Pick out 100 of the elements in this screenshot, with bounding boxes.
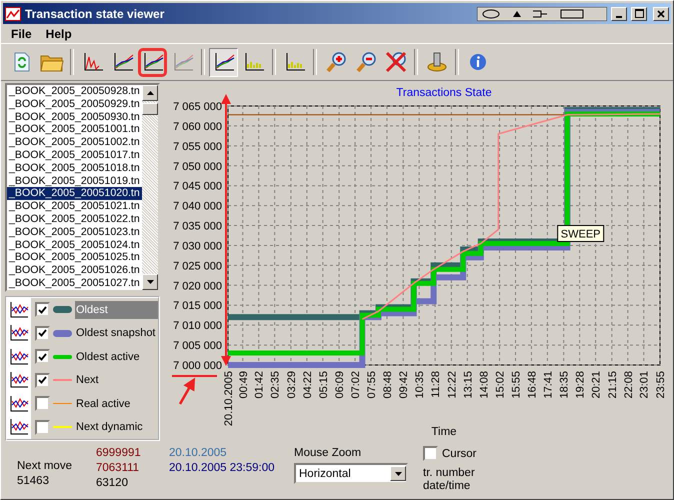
zoom-reset-icon — [384, 51, 406, 73]
down-arrow-icon — [146, 280, 154, 284]
file-list-item[interactable]: _BOOK_2005_20051022.tn — [7, 212, 142, 226]
x-tick-label: 15:02 — [494, 371, 507, 399]
file-list-item[interactable]: _BOOK_2005_20051020.tn — [7, 187, 142, 200]
line-chart-icon — [9, 324, 29, 342]
annotation-arrow — [178, 378, 196, 405]
maximize-button[interactable] — [631, 6, 647, 20]
checkbox[interactable] — [35, 349, 50, 364]
x-tick-label: 10:35 — [414, 371, 426, 399]
chart-icon — [82, 52, 104, 72]
next-move-label: Next move — [17, 459, 73, 473]
legend-label[interactable]: Oldest active — [75, 348, 158, 366]
close-icon — [657, 10, 665, 18]
cursor-hint: date/time — [423, 480, 472, 492]
file-list-item[interactable]: _BOOK_2005_20050930.tn — [7, 110, 142, 124]
menu-item[interactable]: File — [5, 24, 38, 42]
checkbox[interactable] — [35, 396, 50, 411]
start-date: 20.10.2005 — [169, 446, 228, 460]
legend-label[interactable]: Oldest snapshot — [75, 324, 158, 342]
app-icon — [5, 6, 21, 20]
checkbox[interactable] — [35, 326, 50, 340]
file-list-item[interactable]: _BOOK_2005_20050928.tn — [7, 85, 142, 98]
y-tick-label: 7 040 000 — [173, 200, 222, 213]
y-tick-label: 7 030 000 — [173, 240, 222, 252]
scroll-thumb[interactable] — [142, 103, 158, 115]
x-tick-label: 23:55 — [655, 371, 667, 399]
x-tick-label: 07:02 — [350, 371, 362, 399]
zoom-in-icon — [324, 51, 346, 73]
checkbox[interactable] — [35, 372, 50, 388]
y-tick-label: 7 035 000 — [173, 220, 222, 233]
legend-label[interactable]: Next — [75, 371, 158, 389]
check-icon — [38, 329, 47, 337]
x-tick-label: 16:48 — [526, 371, 538, 399]
bar-chart-icon — [242, 52, 264, 72]
file-list-item[interactable]: _BOOK_2005_20051025.tn — [7, 251, 142, 264]
x-tick-label: 06:09 — [334, 371, 346, 399]
toolbar-button[interactable] — [209, 48, 238, 76]
scrollbar[interactable] — [142, 85, 158, 290]
mouse-zoom-select[interactable]: Horizontal — [294, 463, 408, 484]
y-tick-label: 7 065 000 — [173, 101, 222, 113]
menu-item[interactable]: Help — [40, 24, 78, 42]
legend-label[interactable]: Real active — [75, 394, 158, 412]
line-chart-icon — [9, 371, 29, 389]
file-list-item[interactable]: _BOOK_2005_20051026.tn — [7, 264, 142, 277]
minimize-icon — [616, 16, 622, 18]
legend-label[interactable]: Next dynamic — [75, 418, 158, 436]
up-arrow-icon — [146, 91, 154, 95]
scroll-down-button[interactable] — [142, 274, 158, 290]
y-tick-label: 7 025 000 — [173, 260, 222, 272]
y-tick-label: 7 010 000 — [173, 320, 222, 332]
legend-label[interactable]: Oldest — [75, 300, 158, 318]
line-chart-icon — [172, 52, 194, 72]
checkbox[interactable] — [35, 302, 50, 317]
file-list-item[interactable]: _BOOK_2005_20051021.tn — [7, 200, 142, 213]
dropdown-button[interactable] — [390, 466, 406, 481]
y-tick-label: 7 050 000 — [173, 160, 222, 173]
line-chart-icon — [112, 52, 134, 72]
down-arrow-icon — [394, 472, 402, 476]
cursor-checkbox[interactable] — [423, 446, 438, 461]
minimize-button[interactable] — [611, 6, 627, 20]
toolbar-button[interactable] — [138, 48, 167, 76]
close-button[interactable] — [653, 6, 669, 20]
x-tick-label: 09:42 — [398, 371, 410, 399]
file-list-item[interactable]: _BOOK_2005_20051018.tn — [7, 162, 142, 175]
file-list-item[interactable]: _BOOK_2005_20051017.tn — [7, 148, 142, 162]
y-tick-label: 7 000 000 — [173, 360, 222, 372]
file-list-item[interactable]: _BOOK_2005_20051002.tn — [7, 136, 142, 149]
file-list-item[interactable]: _BOOK_2005_20051001.tn — [7, 123, 142, 136]
check-icon — [38, 352, 47, 360]
x-tick-label: 20.10.2005 — [223, 371, 235, 426]
x-tick-label: 22:08 — [622, 371, 635, 399]
count-value: 63120 — [96, 476, 129, 490]
settings-icon — [426, 51, 448, 73]
x-tick-label: 13:15 — [462, 371, 474, 399]
file-list-item[interactable]: _BOOK_2005_20051027.tn — [7, 276, 142, 290]
max-number: 7063111 — [96, 461, 140, 475]
x-axis-title: Time — [431, 426, 457, 438]
y-tick-label: 7 015 000 — [173, 300, 222, 312]
x-tick-label: 03:29 — [286, 371, 298, 399]
x-tick-label: 17:41 — [542, 371, 554, 399]
x-tick-label: 07:55 — [366, 371, 378, 399]
file-list-item[interactable]: _BOOK_2005_20050929.tn — [7, 98, 142, 111]
x-tick-label: 18:35 — [558, 371, 571, 399]
x-tick-label: 08:48 — [382, 371, 394, 399]
x-tick-label: 01:42 — [254, 371, 266, 399]
checkbox[interactable] — [35, 420, 50, 434]
x-tick-label: 23:01 — [638, 371, 651, 399]
file-list-item[interactable]: _BOOK_2005_20051024.tn — [7, 238, 142, 252]
line-chart-icon — [9, 394, 29, 412]
annotation-underline — [172, 375, 217, 377]
x-tick-label: 21:15 — [606, 371, 619, 399]
x-tick-label: 11:28 — [430, 371, 442, 398]
y-tick-label: 7 020 000 — [173, 280, 222, 292]
x-tick-label: 05:15 — [318, 371, 330, 399]
refresh-icon — [12, 52, 30, 72]
scroll-up-button[interactable] — [142, 85, 158, 101]
x-tick-label: 14:08 — [478, 371, 490, 399]
file-list-item[interactable]: _BOOK_2005_20051023.tn — [7, 226, 142, 239]
mouse-zoom-label: Mouse Zoom — [294, 446, 362, 460]
